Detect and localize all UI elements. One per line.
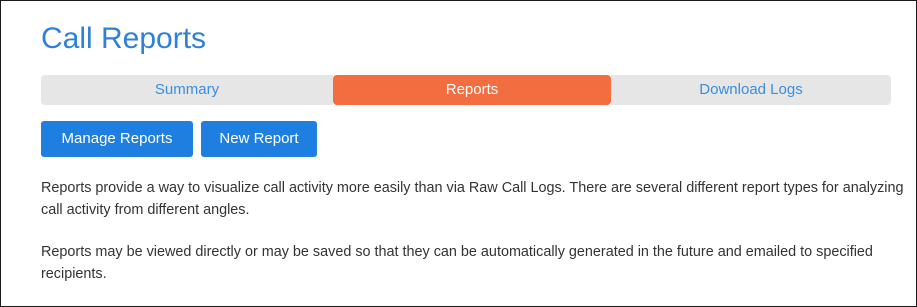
reports-description-paragraph: Reports provide a way to visualize call … [41, 180, 904, 218]
tab-reports[interactable]: Reports [333, 75, 611, 105]
reports-usage-paragraph: Reports may be viewed directly or may be… [41, 244, 873, 282]
manage-reports-button[interactable]: Manage Reports [41, 121, 193, 157]
report-tabs: Summary Reports Download Logs [41, 75, 891, 105]
page-title: Call Reports [41, 22, 207, 55]
new-report-button[interactable]: New Report [201, 121, 317, 157]
tab-summary[interactable]: Summary [41, 75, 333, 105]
call-reports-panel: Call Reports Summary Reports Download Lo… [0, 0, 917, 307]
tab-download-logs[interactable]: Download Logs [611, 75, 891, 105]
